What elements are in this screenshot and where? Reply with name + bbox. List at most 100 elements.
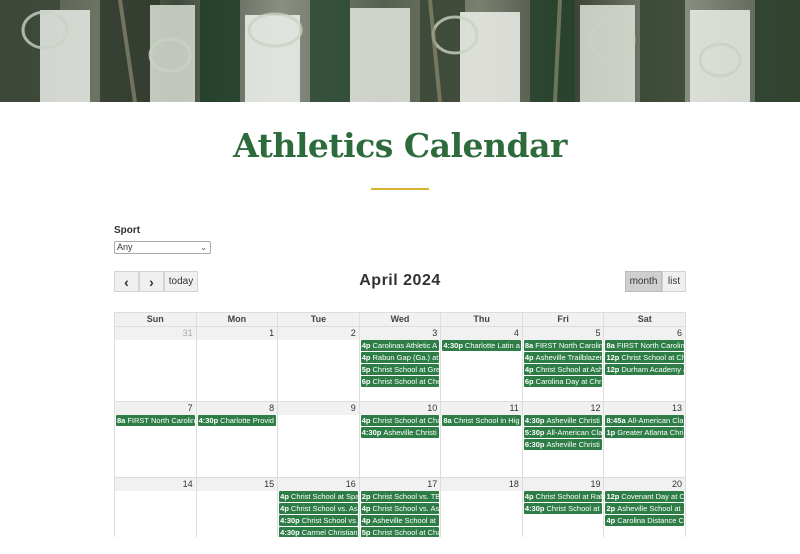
calendar-event[interactable]: 8a FIRST North Carolina [523,340,603,351]
calendar-event[interactable]: 4p Rabun Gap (Ga.) at C [360,352,440,363]
event-time: 5p [361,365,371,374]
calendar-event[interactable]: 2p Christ School vs. TB/ [360,491,440,502]
day-cell[interactable]: 10 4p Christ School at Cha 4:30p Asheville C… [358,402,441,477]
calendar-event[interactable]: 4p Carolinas Athletic A [360,340,440,351]
event-title: Rabun Gap (Ga.) at C [372,353,440,362]
calendar-event[interactable]: 12p Christ School at Ch [605,352,685,363]
calendar-event[interactable]: 12p Durham Academy a [605,364,685,375]
calendar-event[interactable]: 4p Asheville Trailblazer [523,352,603,363]
day-cell[interactable]: 2 [277,327,359,401]
list-view-button[interactable]: list [662,271,686,292]
day-cell[interactable]: 13 8:45a All-American Cla 1p Greater Atlanta… [603,402,687,477]
day-number[interactable]: 8 [196,402,278,415]
day-cell[interactable]: 5 8a FIRST North Carolina 4p Asheville Trail… [521,327,604,401]
day-cell[interactable]: 3 4p Carolinas Athletic A 4p Rabun Gap (Ga.)… [358,327,441,401]
event-title: Carolinas Athletic A [372,341,438,350]
day-number[interactable]: 16 [278,478,359,491]
calendar-event[interactable]: 4p Asheville School at [360,515,440,526]
event-time: 12p [606,353,620,362]
calendar-event[interactable]: 4:30p Asheville Christi [523,415,603,426]
day-number[interactable]: 6 [604,327,686,340]
day-cell[interactable]: 31 [114,327,196,401]
day-number[interactable]: 15 [196,478,278,491]
calendar-event[interactable]: 12p Covenant Day at Cl [605,491,685,502]
month-view-button[interactable]: month [625,271,662,292]
day-number[interactable]: 13 [604,402,686,415]
calendar-event[interactable]: 4p Carolina Distance Ca [605,515,685,526]
calendar-event[interactable]: 4p Christ School vs. Ash [279,503,358,514]
day-number[interactable]: 3 [359,327,441,340]
calendar-event[interactable]: 6p Christ School at Che [360,376,440,387]
dow-thu: Thu [440,313,522,326]
event-title: Charlotte Latin a [464,341,520,350]
calendar-event[interactable]: 4p Christ School vs. Ash [360,503,440,514]
calendar-event[interactable]: 8a Christ School in Hig [442,415,521,426]
day-number[interactable]: 9 [278,402,359,415]
day-number[interactable]: 1 [196,327,278,340]
day-number[interactable]: 2 [278,327,359,340]
event-time: 4p [524,492,534,501]
day-number[interactable]: 7 [115,402,196,415]
event-title: Durham Academy a [621,365,685,374]
event-time: 4p [524,365,534,374]
calendar-event[interactable]: 4:30p Christ School vs. [279,515,358,526]
calendar-event[interactable]: 4p Christ School at Rab [523,491,603,502]
event-time: 4p [280,504,289,513]
calendar-event[interactable]: 6p Carolina Day at Chri [523,376,603,387]
calendar-event[interactable]: 4:30p Christ School at [523,503,603,514]
day-number[interactable]: 20 [604,478,686,491]
calendar-event[interactable]: 4p Christ School at Ash [523,364,603,375]
day-cell[interactable]: 20 12p Covenant Day at Cl 2p Asheville Schoo… [603,478,687,537]
calendar-event[interactable]: 2p Asheville School at [605,503,685,514]
day-number[interactable]: 4 [441,327,522,340]
event-time: 4:30p [280,516,300,525]
event-time: 4p [606,516,616,525]
day-cell[interactable]: 18 [440,478,522,537]
day-cell[interactable]: 4 4:30p Charlotte Latin a [440,327,522,401]
calendar-event[interactable]: 8:45a All-American Cla [605,415,685,426]
calendar-event[interactable]: 8a FIRST North Carolina [605,340,685,351]
day-number[interactable]: 5 [522,327,604,340]
calendar-event[interactable]: 8a FIRST North Carolina [116,415,195,426]
day-cell[interactable]: 16 4p Christ School at Spa 4p Christ School … [277,478,359,537]
day-cell[interactable]: 6 8a FIRST North Carolina 12p Christ School … [603,327,687,401]
event-time: 8a [443,416,452,425]
day-cell[interactable]: 9 [277,402,359,477]
event-title: Charlotte Provid [220,416,274,425]
day-cell[interactable]: 1 [195,327,278,401]
calendar-event[interactable]: 1p Greater Atlanta Chri [605,427,685,438]
day-number[interactable]: 10 [359,402,441,415]
calendar-event[interactable]: 4:30p Charlotte Provid [197,415,277,426]
event-time: 4:30p [198,416,219,425]
event-title: Christ School at Spa [290,492,358,501]
calendar-event[interactable]: 5p Christ School at Gre [360,364,440,375]
event-time: 4p [361,341,371,350]
event-title: Asheville Trailblazer [535,353,603,362]
day-cell[interactable]: 17 2p Christ School vs. TB/4p Christ School… [358,478,441,537]
day-number[interactable]: 31 [115,327,196,340]
day-cell[interactable]: 15 [195,478,278,537]
day-number[interactable]: 12 [522,402,604,415]
day-cell[interactable]: 19 4p Christ School at Rab 4:30p Christ Scho… [521,478,604,537]
calendar-event[interactable]: 4p Christ School at Cha [360,415,440,426]
sport-filter-select[interactable]: Any ⌄ [114,241,211,254]
day-cell[interactable]: 8 4:30p Charlotte Provid [195,402,278,477]
day-cell[interactable]: 14 [114,478,196,537]
day-number[interactable]: 18 [441,478,522,491]
event-time: 4p [524,353,534,362]
calendar-event[interactable]: 4:30p Asheville Christi [360,427,440,438]
calendar-event[interactable]: 4p Christ School at Spa [279,491,358,502]
day-cell[interactable]: 12 4:30p Asheville Christi 5:30p All-America… [521,402,604,477]
day-number[interactable]: 11 [441,402,522,415]
event-title: Asheville Christi [383,428,437,437]
calendar-event[interactable]: 6:30p Asheville Christi [523,439,603,450]
event-time: 8a [524,341,534,350]
day-number[interactable]: 14 [115,478,196,491]
calendar-event[interactable]: 4:30p Charlotte Latin a [442,340,521,351]
day-number[interactable]: 17 [359,478,441,491]
dow-tue: Tue [277,313,359,326]
day-cell[interactable]: 7 8a FIRST North Carolina [114,402,196,477]
day-cell[interactable]: 11 8a Christ School in Hig [440,402,522,477]
day-number[interactable]: 19 [522,478,604,491]
calendar-event[interactable]: 5:30p All-American Cla [523,427,603,438]
